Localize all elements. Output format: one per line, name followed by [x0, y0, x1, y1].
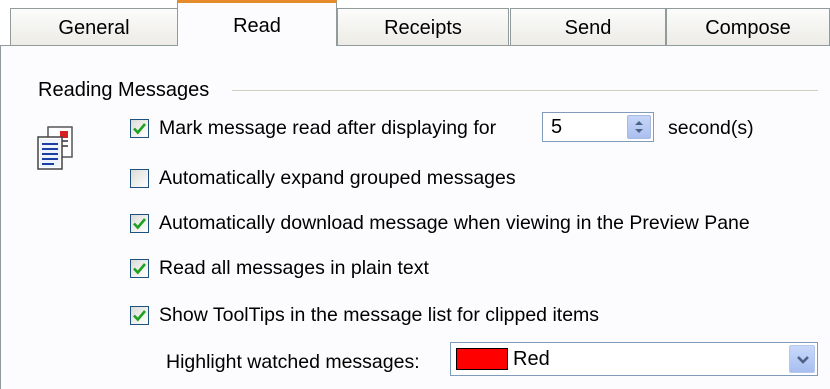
tab-strip: General Read Receipts Send Compose: [0, 0, 830, 46]
tooltips-label: Show ToolTips in the message list for cl…: [159, 304, 600, 326]
auto-download-row: Automatically download message when view…: [130, 210, 750, 236]
seconds-value[interactable]: 5: [551, 115, 562, 139]
expand-grouped-row: Automatically expand grouped messages: [130, 165, 516, 191]
mark-read-checkbox[interactable]: [130, 118, 149, 138]
checkmark-icon: [133, 309, 146, 321]
expand-grouped-checkbox[interactable]: [130, 168, 149, 188]
tab-send-label: Send: [564, 17, 612, 39]
tooltips-row: Show ToolTips in the message list for cl…: [130, 302, 599, 328]
tab-receipts-label: Receipts: [384, 17, 462, 39]
tab-compose[interactable]: Compose: [666, 8, 830, 46]
checkmark-icon: [133, 122, 146, 134]
message-document-icon: [37, 126, 73, 170]
group-title-reading-messages: Reading Messages: [38, 79, 210, 101]
tab-read[interactable]: Read: [177, 0, 337, 46]
tab-read-label: Read: [233, 15, 281, 37]
group-divider: [232, 90, 818, 91]
tab-baseline: [0, 45, 830, 46]
auto-download-checkbox[interactable]: [130, 213, 149, 233]
expand-grouped-label: Automatically expand grouped messages: [159, 167, 516, 189]
color-swatch: [456, 348, 508, 370]
tab-compose-label: Compose: [705, 17, 791, 39]
mark-read-row: Mark message read after displaying for: [130, 115, 496, 141]
tab-receipts[interactable]: Receipts: [337, 8, 509, 46]
highlight-watched-label: Highlight watched messages:: [166, 351, 420, 373]
plain-text-checkbox[interactable]: [130, 258, 149, 278]
tab-send[interactable]: Send: [510, 8, 666, 46]
plain-text-label: Read all messages in plain text: [159, 257, 429, 279]
spin-arrows-icon[interactable]: [627, 115, 651, 139]
chevron-down-icon[interactable]: [789, 345, 815, 373]
highlight-color-value: Red: [513, 348, 550, 370]
seconds-unit-label: second(s): [668, 117, 754, 139]
seconds-spinner[interactable]: 5: [542, 112, 654, 142]
mark-read-label: Mark message read after displaying for: [159, 117, 497, 139]
auto-download-label: Automatically download message when view…: [159, 212, 750, 234]
tab-general[interactable]: General: [10, 8, 178, 46]
tooltips-checkbox[interactable]: [130, 305, 149, 325]
checkmark-icon: [133, 217, 146, 229]
highlight-color-dropdown[interactable]: Red: [450, 342, 818, 376]
options-dialog: General Read Receipts Send Compose Readi…: [0, 0, 830, 389]
checkmark-icon: [133, 262, 146, 274]
plain-text-row: Read all messages in plain text: [130, 255, 429, 281]
tab-general-label: General: [58, 17, 130, 39]
